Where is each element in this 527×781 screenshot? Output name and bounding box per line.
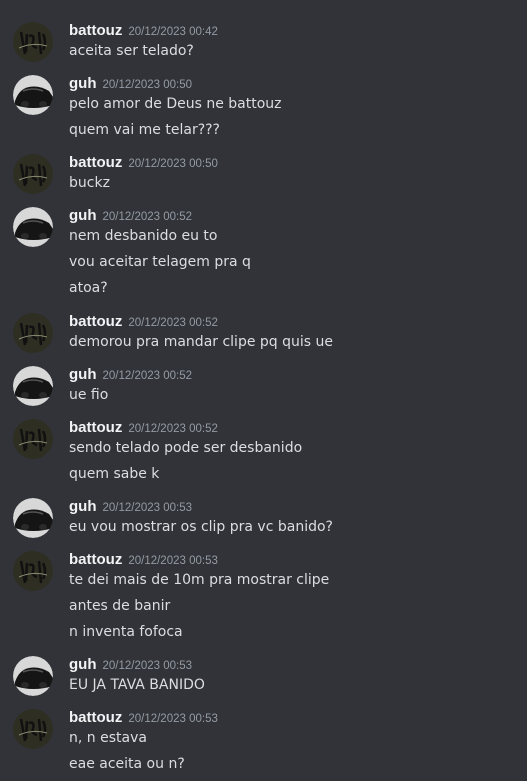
username[interactable]: battouz xyxy=(69,709,122,726)
message-header: battouz 20/12/2023 00:42 xyxy=(69,20,218,40)
timestamp: 20/12/2023 00:52 xyxy=(102,211,193,223)
guh-car-avatar-icon[interactable] xyxy=(13,656,53,696)
message-line: quem vai me telar??? xyxy=(69,122,220,138)
message-line: demorou pra mandar clipe pq quis ue xyxy=(69,334,334,350)
message-header: battouz 20/12/2023 00:52 xyxy=(69,311,218,331)
username[interactable]: battouz xyxy=(69,551,122,568)
message-line: quem sabe k xyxy=(69,466,160,482)
username[interactable]: guh xyxy=(69,366,97,383)
battouz-avatar-icon[interactable] xyxy=(13,22,53,62)
guh-car-avatar-icon[interactable] xyxy=(13,75,53,115)
message-line: pelo amor de Deus ne battouz xyxy=(69,96,282,112)
guh-car-avatar-icon[interactable] xyxy=(13,366,53,406)
timestamp: 20/12/2023 00:50 xyxy=(102,79,193,91)
message-header: battouz 20/12/2023 00:53 xyxy=(69,707,218,727)
battouz-avatar-icon[interactable] xyxy=(13,551,53,591)
username[interactable]: guh xyxy=(69,656,97,673)
username[interactable]: battouz xyxy=(69,154,122,171)
timestamp: 20/12/2023 00:42 xyxy=(128,26,218,38)
message-line: eae aceita ou n? xyxy=(69,756,185,772)
message-header: guh 20/12/2023 00:53 xyxy=(69,654,192,674)
username[interactable]: guh xyxy=(69,75,97,92)
message-line: sendo telado pode ser desbanido xyxy=(69,440,303,456)
username[interactable]: battouz xyxy=(69,313,122,330)
message-line: vou aceitar telagem pra q xyxy=(69,254,251,270)
message-header: guh 20/12/2023 00:50 xyxy=(69,73,192,93)
message-line: n inventa fofoca xyxy=(69,624,183,640)
chat-messages: battouz 20/12/2023 00:42 aceita ser telad… xyxy=(0,0,527,781)
username[interactable]: guh xyxy=(69,207,97,224)
timestamp: 20/12/2023 00:52 xyxy=(102,370,193,382)
message-line: antes de banir xyxy=(69,598,171,614)
timestamp: 20/12/2023 00:53 xyxy=(102,502,193,514)
message-line: buckz xyxy=(69,175,110,191)
guh-car-avatar-icon[interactable] xyxy=(13,207,53,247)
message-header: battouz 20/12/2023 00:52 xyxy=(69,417,218,437)
timestamp: 20/12/2023 00:52 xyxy=(128,423,218,435)
guh-car-avatar-icon[interactable] xyxy=(13,498,53,538)
message-header: guh 20/12/2023 00:53 xyxy=(69,496,192,516)
message-header: battouz 20/12/2023 00:53 xyxy=(69,549,218,569)
timestamp: 20/12/2023 00:53 xyxy=(128,713,218,725)
message-header: guh 20/12/2023 00:52 xyxy=(69,205,192,225)
timestamp: 20/12/2023 00:52 xyxy=(128,317,218,329)
timestamp: 20/12/2023 00:53 xyxy=(102,660,193,672)
message-line: EU JA TAVA BANIDO xyxy=(69,677,205,693)
message-line: eu vou mostrar os clip pra vc banido? xyxy=(69,519,333,535)
message-header: battouz 20/12/2023 00:50 xyxy=(69,152,218,172)
timestamp: 20/12/2023 00:50 xyxy=(128,158,218,170)
message-header: guh 20/12/2023 00:52 xyxy=(69,364,192,384)
username[interactable]: guh xyxy=(69,498,97,515)
message-line: ue fio xyxy=(69,387,109,403)
battouz-avatar-icon[interactable] xyxy=(13,419,53,459)
message-line: nem desbanido eu to xyxy=(69,228,218,244)
message-line: atoa? xyxy=(69,280,108,296)
message-line: aceita ser telado? xyxy=(69,43,194,59)
username[interactable]: battouz xyxy=(69,419,122,436)
battouz-avatar-icon[interactable] xyxy=(13,313,53,353)
message-line: n, n estava xyxy=(69,730,147,746)
username[interactable]: battouz xyxy=(69,22,122,39)
message-line: te dei mais de 10m pra mostrar clipe xyxy=(69,572,330,588)
timestamp: 20/12/2023 00:53 xyxy=(128,555,218,567)
battouz-avatar-icon[interactable] xyxy=(13,154,53,194)
battouz-avatar-icon[interactable] xyxy=(13,709,53,749)
